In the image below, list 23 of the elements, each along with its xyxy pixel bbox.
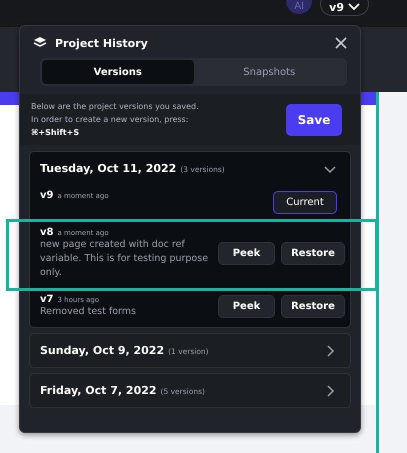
tab[interactable]: Snapshots xyxy=(194,60,345,84)
restore-button[interactable]: Restore xyxy=(281,242,345,265)
version-name: v9 xyxy=(40,190,54,201)
version-name: v7 xyxy=(40,294,54,305)
panel-title: Project History xyxy=(55,36,148,50)
group-date[interactable]: Tuesday, Oct 11, 2022 xyxy=(40,162,176,175)
peek-button[interactable]: Peek xyxy=(218,242,275,265)
version-description: new page created with doc ref variable. This is for testing purpose only. xyxy=(40,238,210,280)
tab[interactable]: Versions xyxy=(42,60,194,84)
group-date[interactable]: Friday, Oct 7, 2022 xyxy=(40,384,157,397)
restore-button[interactable]: Restore xyxy=(281,295,345,318)
version-name: v8 xyxy=(40,227,54,238)
version-dropdown[interactable]: v9 xyxy=(320,0,369,16)
group-date[interactable]: Sunday, Oct 9, 2022 xyxy=(40,344,164,357)
info-text: Below are the project versions you saved. In order to create a new version, press: xyxy=(31,101,200,126)
current-button[interactable]: Current xyxy=(273,191,337,214)
save-button[interactable]: Save xyxy=(286,104,342,136)
version-description: Removed test forms xyxy=(40,305,137,319)
shortcut-text: ⌘+Shift+S xyxy=(31,127,80,139)
peek-button[interactable]: Peek xyxy=(218,295,275,318)
close-icon[interactable] xyxy=(335,37,347,49)
layers-icon xyxy=(33,36,47,50)
chevron-down-icon xyxy=(348,3,360,11)
